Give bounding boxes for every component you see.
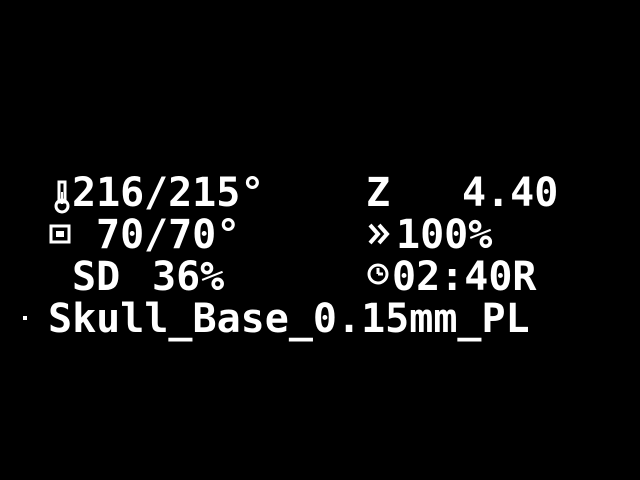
feedrate-icon — [368, 223, 390, 245]
z-axis-label: Z — [366, 170, 391, 216]
printer-lcd-status-screen: 216 /215° Z 4.40 70 /70° 100% SD 36% 02:… — [0, 0, 640, 480]
hotend-current-temp: 216 — [72, 170, 145, 216]
time-remaining-value: 02:40R — [392, 254, 537, 300]
sd-label: SD — [72, 254, 121, 300]
print-filename: Skull_Base_0.15mm_PL — [48, 296, 530, 342]
scroll-indicator-dot — [23, 316, 27, 320]
clock-icon — [367, 263, 389, 285]
heated-bed-icon — [49, 224, 71, 244]
z-position-value: 4.40 — [462, 170, 559, 216]
bed-target-temp: /70° — [144, 212, 241, 258]
bed-current-temp: 70 — [96, 212, 145, 258]
hotend-target-temp: /215° — [144, 170, 265, 216]
feedrate-value: 100% — [396, 212, 493, 258]
thermometer-icon — [54, 180, 70, 214]
sd-progress-value: 36% — [152, 254, 225, 300]
